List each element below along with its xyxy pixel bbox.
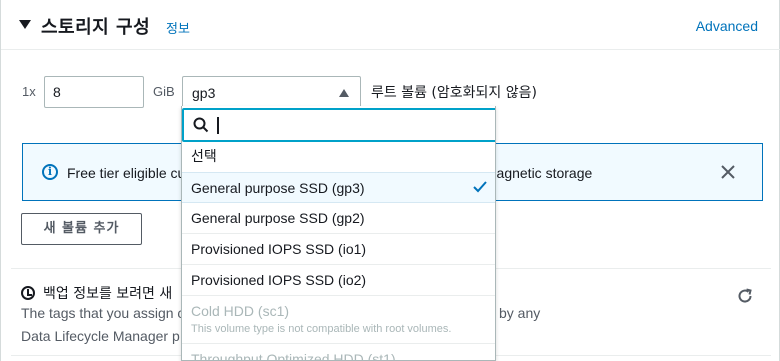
advanced-link[interactable]: Advanced (696, 18, 758, 34)
volume-type-dropdown: 선택 General purpose SSD (gp3) General pur… (181, 106, 496, 361)
caret-up-icon (339, 89, 349, 97)
volume-multiplier: 1x (22, 84, 36, 99)
section-header: 스토리지 구성 정보 Advanced (1, 0, 780, 50)
volume-unit-label: GiB (153, 84, 175, 99)
dropdown-option-gp3[interactable]: General purpose SSD (gp3) (182, 172, 495, 203)
text-cursor (217, 117, 219, 134)
add-volume-button[interactable]: 새 볼륨 추가 (21, 213, 142, 245)
dropdown-option-sc1: Cold HDD (sc1) This volume type is not c… (182, 296, 495, 344)
dropdown-option-header: 선택 (182, 142, 495, 173)
refresh-icon[interactable] (736, 287, 754, 305)
dropdown-option-label: Cold HDD (sc1) (191, 303, 290, 319)
collapse-caret-icon[interactable] (19, 20, 31, 29)
dropdown-search-input[interactable] (182, 108, 495, 142)
clock-icon (21, 286, 35, 300)
dropdown-option-sub: This volume type is not compatible with … (191, 323, 452, 335)
dropdown-option-st1: Throughput Optimized HDD (st1) (182, 344, 495, 360)
root-volume-label: 루트 볼륨 (암호화되지 않음) (371, 85, 537, 101)
backup-label: 백업 정보를 보려면 새 (43, 286, 173, 302)
backup-info-row: 백업 정보를 보려면 새 (21, 283, 172, 303)
dropdown-option-io2[interactable]: Provisioned IOPS SSD (io2) (182, 265, 495, 296)
info-icon: i (42, 164, 58, 180)
check-icon (473, 181, 487, 193)
dropdown-option-io1[interactable]: Provisioned IOPS SSD (io1) (182, 234, 495, 265)
volume-type-select[interactable]: gp3 (182, 76, 361, 108)
backup-desc-line1-right: by any (499, 305, 541, 321)
backup-desc-line1: The tags that you assign c (21, 305, 185, 321)
volume-type-value: gp3 (192, 85, 216, 101)
volume-size-input[interactable]: 8 (44, 76, 144, 108)
dropdown-option-gp2[interactable]: General purpose SSD (gp2) (182, 203, 495, 234)
search-icon (193, 117, 209, 133)
close-icon[interactable] (720, 164, 736, 180)
section-title: 스토리지 구성 (41, 17, 151, 38)
alert-text-left: Free tier eligible cu (67, 165, 186, 181)
backup-desc-line2: Data Lifecycle Manager p (21, 328, 180, 344)
storage-config-panel: 스토리지 구성 정보 Advanced 1x 8 GiB gp3 루트 볼륨 (… (0, 0, 780, 361)
info-link[interactable]: 정보 (166, 18, 190, 37)
dropdown-option-label: General purpose SSD (gp3) (191, 180, 365, 196)
